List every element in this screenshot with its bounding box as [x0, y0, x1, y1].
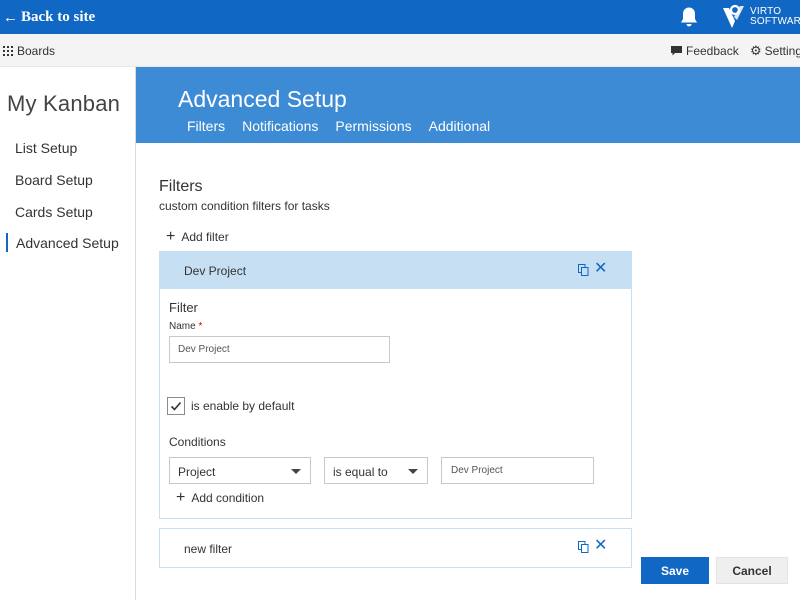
plus-icon: +	[176, 489, 186, 506]
sidebar: My Kanban List Setup Board Setup Cards S…	[0, 67, 136, 600]
settings-label: Settings	[764, 44, 800, 58]
tab-filters[interactable]: Filters	[187, 118, 225, 134]
tab-permissions[interactable]: Permissions	[335, 118, 411, 134]
chevron-down-icon	[291, 469, 301, 474]
feedback-link[interactable]: Feedback	[671, 44, 739, 58]
back-to-site-label: Back to site	[21, 8, 96, 25]
filter-name-input[interactable]	[169, 336, 390, 363]
sidebar-item-list-setup[interactable]: List Setup	[15, 140, 77, 156]
filter-name: Dev Project	[184, 264, 247, 278]
enable-by-default-label: is enable by default	[191, 399, 295, 413]
back-to-site-link[interactable]: ← Back to site	[3, 7, 95, 27]
filter-name: new filter	[184, 542, 233, 556]
active-indicator	[6, 233, 8, 252]
page-header: Advanced Setup Filters Notifications Per…	[136, 67, 800, 143]
sidebar-item-board-setup[interactable]: Board Setup	[15, 172, 93, 188]
condition-field-select[interactable]: Project	[169, 457, 311, 484]
copy-icon[interactable]	[578, 541, 589, 553]
grid-icon	[3, 46, 13, 56]
chat-icon	[671, 46, 682, 56]
app-title: My Kanban	[7, 91, 121, 116]
page-title: Advanced Setup	[178, 86, 347, 112]
add-filter-button[interactable]: + Add filter	[166, 228, 229, 245]
chevron-down-icon	[408, 469, 418, 474]
name-label-text: Name	[169, 321, 196, 332]
close-icon[interactable]: ✕	[594, 538, 607, 554]
sidebar-item-cards-setup[interactable]: Cards Setup	[15, 204, 93, 220]
settings-link[interactable]: ⚙ Settings	[750, 44, 800, 58]
condition-field-value: Project	[178, 465, 216, 479]
boards-label: Boards	[17, 44, 56, 58]
top-bar: ← Back to site VIRTO SOFTWARE	[0, 0, 800, 34]
required-mark: *	[198, 321, 203, 332]
sub-bar: Boards Feedback ⚙ Settings	[0, 34, 800, 67]
save-button[interactable]: Save	[641, 557, 709, 584]
sidebar-item-advanced-setup[interactable]: Advanced Setup	[16, 235, 119, 251]
filter-card-header[interactable]: Dev Project ✕	[160, 252, 631, 289]
virto-software-logo: VIRTO SOFTWARE	[720, 3, 800, 31]
copy-icon[interactable]	[578, 264, 589, 276]
section-subtitle: custom condition filters for tasks	[159, 199, 330, 213]
filter-card[interactable]: new filter ✕	[159, 528, 632, 568]
add-condition-label: Add condition	[191, 491, 265, 505]
name-field-label: Name *	[169, 321, 202, 332]
gear-icon: ⚙	[750, 43, 762, 58]
plus-icon: +	[166, 228, 176, 245]
check-icon	[170, 401, 182, 411]
filter-form-title: Filter	[169, 300, 198, 315]
tab-notifications[interactable]: Notifications	[242, 118, 318, 134]
add-filter-label: Add filter	[181, 230, 229, 244]
add-condition-button[interactable]: + Add condition	[176, 489, 265, 506]
logo-text-line-2: SOFTWARE	[750, 16, 800, 27]
enable-by-default-checkbox[interactable]: is enable by default	[167, 397, 294, 415]
condition-value-input[interactable]	[441, 457, 594, 484]
filter-card: Dev Project ✕ Filter Name * is enable by…	[159, 251, 632, 519]
tab-bar: Filters Notifications Permissions Additi…	[187, 118, 507, 134]
condition-operator-select[interactable]: is equal to	[324, 457, 428, 484]
section-title: Filters	[159, 178, 203, 195]
bell-icon[interactable]	[679, 6, 699, 28]
tab-additional[interactable]: Additional	[429, 118, 491, 134]
close-icon[interactable]: ✕	[594, 261, 607, 277]
condition-operator-value: is equal to	[333, 465, 388, 479]
cancel-button[interactable]: Cancel	[716, 557, 788, 584]
logo-text: VIRTO SOFTWARE	[750, 7, 800, 27]
conditions-label: Conditions	[169, 435, 226, 449]
logo-mark-icon	[723, 4, 744, 28]
feedback-label: Feedback	[686, 44, 739, 58]
arrow-left-icon: ←	[3, 8, 18, 26]
checkbox-box[interactable]	[167, 397, 185, 415]
boards-link[interactable]: Boards	[3, 44, 55, 58]
